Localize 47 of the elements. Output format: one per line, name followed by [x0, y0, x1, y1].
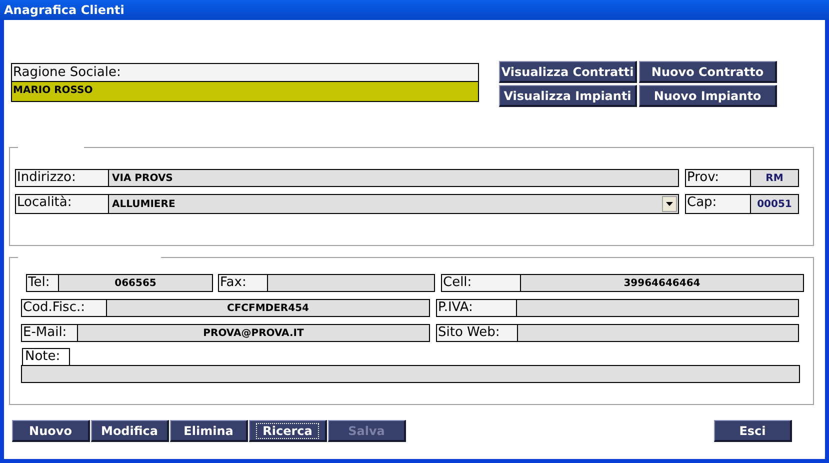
field-label: Tel: [27, 275, 59, 291]
form-field[interactable]: Cell: 39964646464 [441, 274, 804, 292]
field-value: ALLUMIERE [112, 198, 176, 212]
form-field[interactable]: Tel: 066565 [26, 274, 213, 292]
form-field[interactable]: E-Mail: PROVA@PROVA.IT [21, 324, 430, 342]
field-value: 00051 [757, 198, 792, 212]
action-button[interactable]: Nuovo Impianto [639, 85, 777, 107]
action-button[interactable]: Visualizza Impianti [499, 85, 637, 107]
field-label: Note: [22, 348, 70, 365]
field-label: Indirizzo: [16, 170, 109, 186]
field-label: Cod.Fisc.: [22, 300, 107, 316]
toolbar-button[interactable]: Elimina [170, 420, 248, 442]
dropdown-button[interactable] [662, 196, 677, 212]
exit-button[interactable]: Esci [714, 420, 792, 442]
field-label: Fax: [219, 275, 268, 291]
window-title: Anagrafica Clienti [4, 2, 124, 19]
form-field[interactable]: Cod.Fisc.: CFCFMDER454 [21, 299, 430, 317]
note-field[interactable] [21, 365, 800, 383]
field-value: CFCFMDER454 [227, 302, 309, 316]
form-field[interactable]: Indirizzo: VIA PROVS [15, 169, 679, 187]
field-label: Cap: [686, 195, 751, 213]
field-label: Cell: [442, 275, 521, 291]
field-value: RM [766, 172, 784, 186]
form-field[interactable]: Fax: [218, 274, 435, 292]
caret-icon [666, 202, 673, 206]
field-label: P.IVA: [437, 300, 517, 316]
field-label: Prov: [686, 170, 751, 186]
field-value: VIA PROVS [112, 172, 173, 186]
toolbar-button[interactable]: Ricerca [249, 420, 327, 442]
field-value: 066565 [114, 276, 156, 290]
form-field[interactable]: Località: ALLUMIERE [15, 194, 679, 214]
field-label: Località: [16, 195, 109, 213]
form-field[interactable]: Sito Web: [436, 324, 799, 342]
field-value: MARIO ROSSO [12, 82, 478, 101]
field-label: Ragione Sociale: [12, 64, 478, 82]
form-field[interactable]: Cap: 00051 [685, 194, 799, 214]
form-field[interactable]: Prov: RM [685, 169, 799, 187]
toolbar-button[interactable]: Modifica [91, 420, 169, 442]
field-label: Sito Web: [437, 325, 518, 341]
action-button[interactable]: Visualizza Contratti [499, 61, 637, 83]
toolbar-button[interactable]: Nuovo [12, 420, 90, 442]
field-value: PROVA@PROVA.IT [203, 326, 304, 340]
form-field[interactable]: P.IVA: [436, 299, 799, 317]
field-label: E-Mail: [22, 325, 78, 341]
action-button[interactable]: Nuovo Contratto [639, 61, 777, 83]
company-name-field[interactable]: Ragione Sociale: MARIO ROSSO [11, 63, 479, 102]
field-value: 39964646464 [624, 276, 700, 290]
